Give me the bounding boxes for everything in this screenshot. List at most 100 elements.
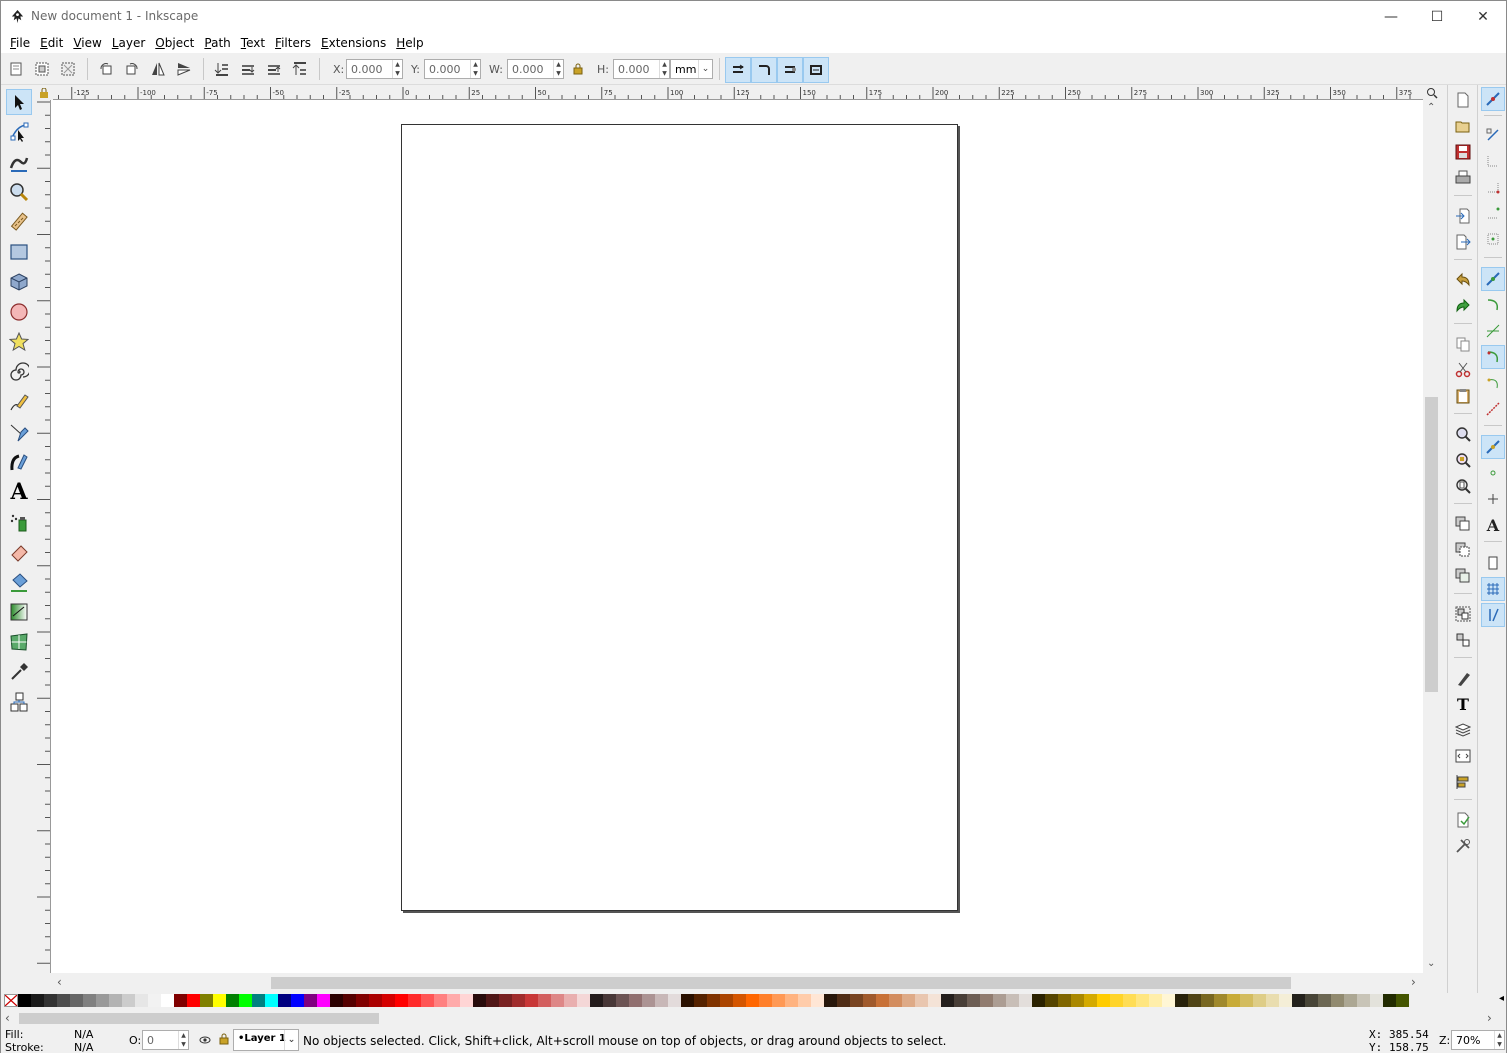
color-swatch[interactable] [525, 994, 538, 1007]
unlink-clone-icon[interactable] [1452, 565, 1474, 587]
color-swatch[interactable] [44, 994, 57, 1007]
raise-icon[interactable] [263, 58, 285, 80]
color-swatch[interactable] [850, 994, 863, 1007]
x-stepper[interactable]: ▲ ▼ [392, 60, 402, 78]
color-swatch[interactable] [824, 994, 837, 1007]
color-swatch[interactable] [83, 994, 96, 1007]
w-input[interactable]: 0.000 ▲ ▼ [507, 59, 564, 79]
color-swatch[interactable] [1266, 994, 1279, 1007]
color-swatch[interactable] [434, 994, 447, 1007]
undo-icon[interactable] [1452, 269, 1474, 291]
color-swatch[interactable] [109, 994, 122, 1007]
color-swatch[interactable] [213, 994, 226, 1007]
color-swatch[interactable] [1305, 994, 1318, 1007]
color-swatch[interactable] [499, 994, 512, 1007]
menu-filters[interactable]: Filters [270, 36, 316, 50]
color-swatch[interactable] [1344, 994, 1357, 1007]
color-swatch[interactable] [395, 994, 408, 1007]
color-swatch[interactable] [655, 994, 668, 1007]
color-swatch[interactable] [941, 994, 954, 1007]
color-swatch[interactable] [70, 994, 83, 1007]
color-swatch[interactable] [616, 994, 629, 1007]
menu-edit[interactable]: Edit [35, 36, 68, 50]
color-swatch[interactable] [1045, 994, 1058, 1007]
horizontal-scroll-thumb[interactable] [271, 977, 1291, 989]
text-tool-icon[interactable]: A [6, 479, 32, 505]
ellipse-tool-icon[interactable] [6, 299, 32, 325]
color-swatch[interactable] [31, 994, 44, 1007]
color-swatch[interactable] [252, 994, 265, 1007]
color-swatch[interactable] [122, 994, 135, 1007]
snap-bbox-center-icon[interactable] [1481, 227, 1505, 251]
snap-path-icon[interactable] [1481, 293, 1505, 317]
no-paint-swatch[interactable] [4, 994, 18, 1007]
color-swatch[interactable] [928, 994, 941, 1007]
zoom-page-icon[interactable] [1452, 475, 1474, 497]
color-swatch[interactable] [135, 994, 148, 1007]
redo-icon[interactable] [1452, 295, 1474, 317]
palette-scroll-right-icon[interactable]: › [1487, 1011, 1492, 1025]
color-swatch[interactable] [642, 994, 655, 1007]
color-swatch[interactable] [1214, 994, 1227, 1007]
menu-object[interactable]: Object [150, 36, 199, 50]
color-swatch[interactable] [694, 994, 707, 1007]
menu-layer[interactable]: Layer [107, 36, 150, 50]
scroll-left-icon[interactable]: ‹ [57, 975, 62, 989]
color-swatch[interactable] [902, 994, 915, 1007]
snap-text-baseline-icon[interactable]: A [1481, 513, 1505, 537]
clone-icon[interactable] [1452, 539, 1474, 561]
color-swatch[interactable] [889, 994, 902, 1007]
document-page[interactable] [401, 124, 958, 911]
color-swatch[interactable] [161, 994, 174, 1007]
color-swatch[interactable] [1006, 994, 1019, 1007]
document-properties-icon[interactable] [1452, 809, 1474, 831]
scroll-up-icon[interactable]: ⌃ [1427, 102, 1435, 113]
color-swatch[interactable] [1201, 994, 1214, 1007]
zoom-input[interactable]: 70% ▲ ▼ [1451, 1030, 1505, 1050]
rectangle-tool-icon[interactable] [6, 239, 32, 265]
menu-help[interactable]: Help [391, 36, 428, 50]
palette-scroll-thumb[interactable] [19, 1013, 379, 1024]
color-swatch[interactable] [1188, 994, 1201, 1007]
zoom-tool-icon[interactable] [6, 179, 32, 205]
snap-rotation-center-icon[interactable] [1481, 487, 1505, 511]
lock-icon[interactable] [567, 58, 589, 80]
eraser-tool-icon[interactable] [6, 539, 32, 565]
color-swatch[interactable] [733, 994, 746, 1007]
color-swatch[interactable] [460, 994, 473, 1007]
select-all-icon[interactable] [5, 58, 27, 80]
copy-icon[interactable] [1452, 333, 1474, 355]
group-icon[interactable] [1452, 603, 1474, 625]
flip-vertical-icon[interactable] [173, 58, 195, 80]
lower-to-bottom-icon[interactable] [211, 58, 233, 80]
color-swatch[interactable] [720, 994, 733, 1007]
y-stepper[interactable]: ▲ ▼ [470, 60, 480, 78]
layer-lock-icon[interactable] [218, 1033, 230, 1048]
zoom-drawing-icon[interactable] [1452, 449, 1474, 471]
palette-scroll-left-icon[interactable]: ‹ [5, 1011, 10, 1025]
color-swatch[interactable] [317, 994, 330, 1007]
vertical-scroll-thumb[interactable] [1425, 397, 1438, 692]
color-swatch[interactable] [590, 994, 603, 1007]
snap-bbox-edge-icon[interactable] [1481, 149, 1505, 173]
color-swatch[interactable] [57, 994, 70, 1007]
layer-select[interactable]: •Layer 1 ⌄ [233, 1029, 299, 1051]
color-swatch[interactable] [330, 994, 343, 1007]
star-tool-icon[interactable] [6, 329, 32, 355]
spiral-tool-icon[interactable] [6, 359, 32, 385]
color-swatch[interactable] [954, 994, 967, 1007]
palette-scrollbar[interactable]: ‹ › [1, 1010, 1506, 1027]
snap-bbox-corner-icon[interactable] [1481, 175, 1505, 199]
new-document-icon[interactable] [1452, 89, 1474, 111]
color-swatch[interactable] [1175, 994, 1188, 1007]
color-swatch[interactable] [356, 994, 369, 1007]
horizontal-ruler[interactable]: -125 -100 -75 -50 -25 0 25 50 75 100 125 150 175 200 2… [53, 87, 1423, 100]
color-swatch[interactable] [1240, 994, 1253, 1007]
transform-patterns-toggle[interactable] [803, 57, 829, 83]
minimize-button[interactable]: — [1368, 1, 1414, 32]
color-swatch[interactable] [863, 994, 876, 1007]
color-swatch[interactable] [798, 994, 811, 1007]
color-swatch[interactable] [304, 994, 317, 1007]
measure-tool-icon[interactable] [6, 209, 32, 235]
color-swatch[interactable] [967, 994, 980, 1007]
